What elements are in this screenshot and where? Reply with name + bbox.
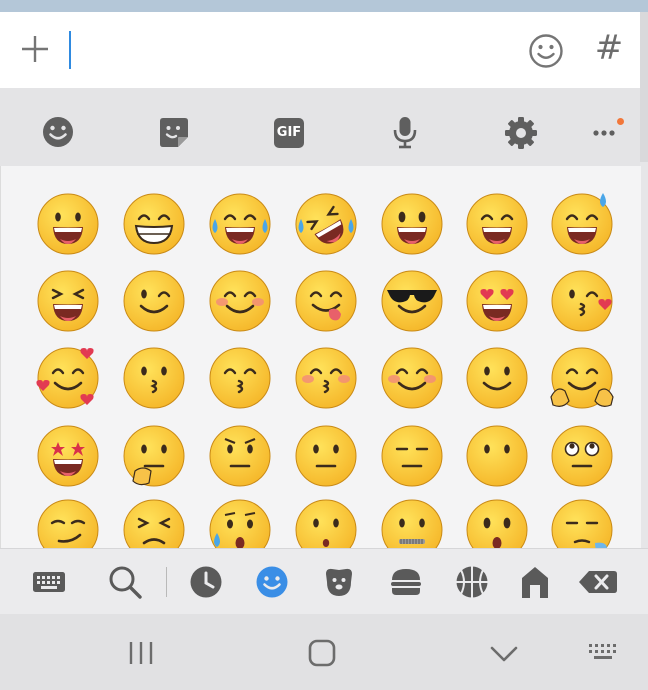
face-with-tears-of-joy[interactable] (207, 191, 273, 257)
category-divider (166, 567, 167, 597)
emoji-category-bar (0, 548, 648, 615)
recent-clock-icon[interactable] (189, 565, 223, 599)
animals-category-icon[interactable] (322, 565, 356, 599)
compose-bar: # (0, 12, 640, 88)
persevering-face[interactable] (121, 497, 187, 548)
kissing-face-smiling-eyes[interactable] (207, 345, 273, 411)
activity-category-icon[interactable] (455, 565, 489, 599)
heart-eyes-face[interactable] (464, 268, 530, 334)
system-navigation-bar (0, 614, 648, 690)
hashtag-button[interactable]: # (592, 28, 626, 68)
rolling-on-floor-laughing[interactable] (293, 191, 359, 257)
slightly-smiling-face[interactable] (464, 345, 530, 411)
backspace-icon[interactable] (578, 565, 618, 599)
search-icon[interactable] (108, 565, 142, 599)
recent-apps-icon[interactable] (124, 636, 158, 670)
hushed-face[interactable] (293, 497, 359, 548)
grinning-face-big-eyes[interactable] (379, 191, 445, 257)
face-without-mouth[interactable] (464, 423, 530, 489)
food-category-icon[interactable] (389, 565, 423, 599)
zipper-mouth-face[interactable] (379, 497, 445, 548)
star-struck-face[interactable] (35, 423, 101, 489)
smileys-category-icon[interactable] (255, 565, 289, 599)
smirking-face[interactable] (35, 497, 101, 548)
emoji-toggle-icon[interactable] (528, 33, 564, 69)
kissing-face-closed-eyes[interactable] (293, 345, 359, 411)
grinning-face-with-sweat[interactable] (549, 191, 615, 257)
sticker-icon[interactable] (157, 116, 191, 150)
text-input-cursor[interactable] (69, 31, 71, 69)
thinking-face[interactable] (121, 423, 187, 489)
face-savoring-food[interactable] (293, 268, 359, 334)
hide-keyboard-icon[interactable] (487, 636, 521, 670)
grinning-face-smiling-eyes[interactable] (464, 191, 530, 257)
sleepy-face[interactable] (549, 497, 615, 548)
expressionless-face[interactable] (379, 423, 445, 489)
smiling-face[interactable] (207, 268, 273, 334)
status-bar (0, 0, 648, 12)
smiling-face-with-sunglasses[interactable] (379, 268, 445, 334)
home-icon[interactable] (305, 636, 339, 670)
gif-button[interactable]: GIF (274, 118, 304, 148)
travel-category-icon[interactable] (518, 565, 552, 599)
beaming-face[interactable] (121, 191, 187, 257)
keyboard-toolbar (0, 88, 640, 166)
emoji-tab-icon[interactable] (41, 115, 75, 149)
anxious-face[interactable] (207, 497, 273, 548)
add-icon[interactable] (20, 34, 50, 64)
settings-icon[interactable] (504, 116, 538, 150)
smiling-face-with-hearts[interactable] (35, 345, 101, 411)
face-blowing-kiss[interactable] (549, 268, 615, 334)
face-with-rolling-eyes[interactable] (549, 423, 615, 489)
hugging-face[interactable] (549, 345, 615, 411)
winking-face[interactable] (121, 268, 187, 334)
emoji-grid (0, 166, 641, 548)
notification-dot (617, 118, 624, 125)
keyboard-switch-icon[interactable] (586, 636, 620, 670)
keyboard-icon[interactable] (32, 565, 66, 599)
kissing-face[interactable] (121, 345, 187, 411)
window-edge (640, 12, 648, 162)
neutral-face[interactable] (293, 423, 359, 489)
smiling-face-blushing[interactable] (379, 345, 445, 411)
squinting-face[interactable] (35, 268, 101, 334)
grinning-face[interactable] (35, 191, 101, 257)
surprised-face[interactable] (464, 497, 530, 548)
face-with-raised-eyebrow[interactable] (207, 423, 273, 489)
microphone-icon[interactable] (388, 115, 422, 149)
